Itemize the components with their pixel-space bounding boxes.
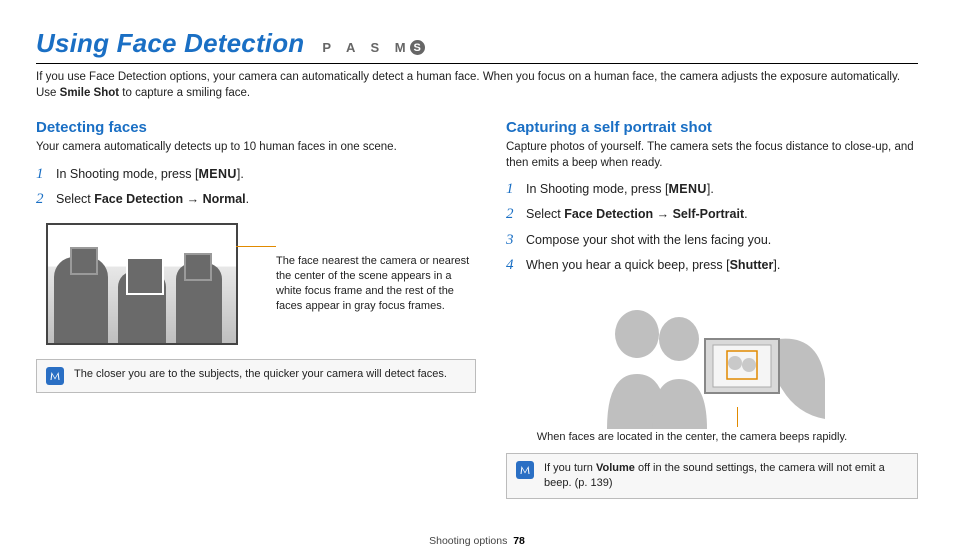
step-num: 4 <box>506 254 518 277</box>
step-num: 2 <box>506 203 518 226</box>
callout-line-icon <box>236 246 276 247</box>
section-heading-right: Capturing a self portrait shot <box>506 119 918 136</box>
t: Normal <box>203 192 246 206</box>
section-desc-left: Your camera automatically detects up to … <box>36 140 476 156</box>
left-column: Detecting faces Your camera automaticall… <box>36 119 476 499</box>
footer-page-number: 78 <box>513 535 525 547</box>
footer-section: Shooting options <box>429 535 507 547</box>
step-body: Compose your shot with the lens facing y… <box>526 231 771 250</box>
intro-paragraph: If you use Face Detection options, your … <box>36 70 918 101</box>
step-body: When you hear a quick beep, press [Shutt… <box>526 256 780 275</box>
callout-left: The face nearest the camera or nearest t… <box>276 254 476 313</box>
note-text-left: The closer you are to the subjects, the … <box>74 367 447 382</box>
t: Select <box>56 192 94 206</box>
t: In Shooting mode, press [ <box>56 167 198 181</box>
mode-smart-icon: S <box>410 40 425 55</box>
page-footer: Shooting options 78 <box>0 535 954 547</box>
menu-label: MENU <box>668 182 706 196</box>
t: When you hear a quick beep, press [ <box>526 258 730 272</box>
t: Self-Portrait <box>673 207 745 221</box>
callout-line-icon <box>737 407 739 427</box>
arrow-icon: → <box>183 192 202 206</box>
section-desc-right: Capture photos of yourself. The camera s… <box>506 140 918 171</box>
t: Face Detection <box>94 192 183 206</box>
step-num: 3 <box>506 229 518 252</box>
step-body: Select Face Detection → Normal. <box>56 190 249 209</box>
t: Select <box>526 207 564 221</box>
mode-letters: P A S M <box>322 40 411 55</box>
step-num: 1 <box>506 178 518 201</box>
figure-self-portrait <box>587 289 837 429</box>
callout-right: When faces are located in the center, th… <box>537 430 847 445</box>
t: Shutter <box>730 258 774 272</box>
intro-bold: Smile Shot <box>60 87 119 99</box>
mode-dial-indicator: P A S M S <box>322 40 424 55</box>
note-box-right: If you turn Volume off in the sound sett… <box>506 453 918 499</box>
step-body: In Shooting mode, press [MENU]. <box>56 165 244 184</box>
step-1-left: 1 In Shooting mode, press [MENU]. <box>36 163 476 186</box>
t: ]. <box>773 258 780 272</box>
t: ]. <box>707 182 714 196</box>
note-icon <box>46 367 64 385</box>
t: . <box>246 192 249 206</box>
menu-label: MENU <box>198 167 236 181</box>
note-box-left: The closer you are to the subjects, the … <box>36 359 476 393</box>
note-text-right: If you turn Volume off in the sound sett… <box>544 461 908 491</box>
step-4-right: 4 When you hear a quick beep, press [Shu… <box>506 254 918 277</box>
arrow-icon: → <box>653 207 672 221</box>
step-2-right: 2 Select Face Detection → Self-Portrait. <box>506 203 918 226</box>
step-num: 2 <box>36 188 48 211</box>
t: In Shooting mode, press [ <box>526 182 668 196</box>
figure-face-detection <box>46 223 238 345</box>
t: Volume <box>596 462 635 474</box>
t: Face Detection <box>564 207 653 221</box>
intro-text-2: to capture a smiling face. <box>119 87 250 99</box>
t: . <box>744 207 747 221</box>
t: If you turn <box>544 462 596 474</box>
t: ]. <box>237 167 244 181</box>
step-1-right: 1 In Shooting mode, press [MENU]. <box>506 178 918 201</box>
step-num: 1 <box>36 163 48 186</box>
section-heading-left: Detecting faces <box>36 119 476 136</box>
note-icon <box>516 461 534 479</box>
step-body: Select Face Detection → Self-Portrait. <box>526 205 748 224</box>
step-2-left: 2 Select Face Detection → Normal. <box>36 188 476 211</box>
right-column: Capturing a self portrait shot Capture p… <box>506 119 918 499</box>
page-title: Using Face Detection <box>36 28 304 59</box>
divider <box>36 63 918 64</box>
step-3-right: 3 Compose your shot with the lens facing… <box>506 229 918 252</box>
step-body: In Shooting mode, press [MENU]. <box>526 180 714 199</box>
